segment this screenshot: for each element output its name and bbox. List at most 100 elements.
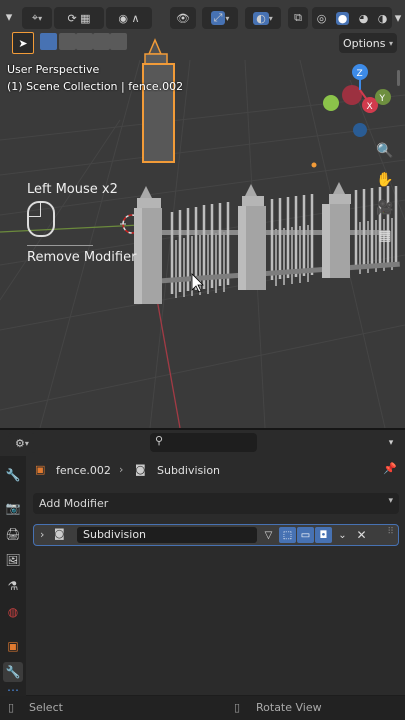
breadcrumb-modifier: Subdivision — [157, 464, 221, 477]
search-icon: ⚲ — [155, 434, 164, 447]
properties-tab-bar: 🔧 📷 🖨 🖼 ⚗ ◍ ▣ 🔧 ⋯ — [0, 456, 26, 697]
scene-icon: ⚗ — [7, 579, 19, 593]
3d-viewport[interactable]: Z X Y ▾ ⌖ ▾ ⟳ ▦ ◉ ∧ 👁 ⤢ ▾ ◐ ▾ ⧉ ◎ ● ◕ ◑ ▾ ➤… — [0, 0, 405, 428]
tab-render[interactable]: 📷 — [3, 498, 23, 518]
properties-editor-icon: ⚙ — [15, 436, 25, 450]
modifier-icon: ◙ — [135, 463, 146, 476]
selected-object-fence-002[interactable] — [142, 38, 175, 163]
modifier-name-field[interactable]: Subdivision — [77, 527, 257, 543]
material-shading-icon[interactable]: ◕ — [359, 12, 369, 25]
gizmo-y-label: Y — [379, 94, 386, 104]
options-label: Options — [343, 36, 386, 50]
breadcrumb-object: fence.002 — [56, 464, 111, 477]
select-invert-icon[interactable] — [93, 33, 110, 50]
tab-particles[interactable]: ⋯ — [3, 683, 23, 697]
chevron-down-icon: ▾ — [38, 13, 43, 23]
expand-chevron-icon[interactable]: › — [40, 528, 44, 541]
transform-orientation-icon: ⟳ — [67, 11, 77, 25]
scene-collection-label: (1) Scene Collection | fence.002 — [7, 80, 184, 93]
viewport-header: ▾ ⌖ ▾ ⟳ ▦ ◉ ∧ 👁 ⤢ ▾ ◐ ▾ ⧉ ◎ ● ◕ ◑ ▾ — [0, 0, 405, 36]
add-modifier-label: Add Modifier — [39, 497, 109, 510]
overlays-toggle[interactable]: ◐ ▾ — [245, 7, 281, 29]
tab-output[interactable]: 🖨 — [3, 524, 23, 544]
select-subtract-icon[interactable] — [76, 33, 93, 50]
object-icon: ▣ — [7, 639, 19, 653]
subdivision-modifier-icon: ◙ — [54, 527, 65, 540]
drag-handle-icon[interactable]: ⠿ — [387, 527, 394, 537]
overlays-icon: ◐ — [253, 11, 269, 25]
key-hint-result: Remove Modifier — [27, 250, 137, 265]
left-mouse-button-icon — [29, 203, 41, 217]
navigation-gizmo[interactable]: Z X Y — [323, 64, 391, 137]
xray-toggle[interactable]: ⧉ — [288, 7, 308, 29]
select-tool-icon[interactable]: ➤ — [12, 32, 34, 54]
object-mode-dropdown[interactable]: ⌖ ▾ — [22, 7, 52, 29]
editor-type-dropdown[interactable]: ⚙ ▾ — [8, 433, 36, 453]
on-cage-icon[interactable]: ▽ — [260, 527, 277, 543]
view-perspective-label: User Perspective — [7, 63, 100, 76]
edit-mode-icon[interactable]: ⬚ — [279, 527, 296, 543]
rendered-shading-icon[interactable]: ◑ — [378, 12, 388, 25]
origin-point — [311, 162, 317, 168]
gizmo-toggle[interactable]: ⤢ ▾ — [202, 7, 238, 29]
add-modifier-dropdown[interactable]: Add Modifier ▾ — [33, 493, 399, 514]
modifier-menu-chevron-icon[interactable]: ⌄ — [334, 527, 351, 543]
wrench-icon: 🔧 — [5, 665, 21, 679]
select-extend-icon[interactable] — [59, 33, 76, 50]
editor-type-caret-icon[interactable]: ▾ — [2, 6, 16, 28]
falloff-icon: ∧ — [131, 11, 140, 25]
properties-search-input[interactable]: ⚲ — [150, 433, 257, 452]
render-icon: 📷 — [5, 501, 21, 515]
zoom-icon[interactable]: 🔍 — [373, 139, 397, 163]
status-bar: ▯ Select ▯ Rotate View — [0, 696, 405, 720]
options-dropdown[interactable]: Options ▾ — [339, 33, 397, 53]
tool-icon: 🔧 — [5, 468, 21, 482]
output-printer-icon: 🖨 — [5, 527, 21, 541]
tab-modifiers[interactable]: 🔧 — [3, 662, 23, 682]
y-axis-line — [0, 224, 141, 233]
view-menu-icons[interactable]: ⟳ ▦ — [54, 7, 104, 29]
shading-buttons[interactable]: ◎ ● ◕ ◑ — [312, 7, 392, 29]
chevron-down-icon: ▾ — [388, 38, 393, 48]
tab-object[interactable]: ▣ — [3, 636, 23, 656]
wireframe-shading-icon[interactable]: ◎ — [317, 12, 327, 25]
status-right-label: Rotate View — [256, 701, 322, 714]
fence-pillars[interactable] — [134, 182, 351, 304]
chevron-down-icon: ▾ — [388, 496, 393, 506]
sidebar-toggle-handle[interactable] — [397, 70, 400, 86]
remove-modifier-close-icon[interactable]: ✕ — [353, 527, 370, 543]
mouse-icon — [27, 201, 55, 237]
world-icon: ◍ — [7, 605, 19, 619]
solid-shading-icon[interactable]: ● — [335, 11, 350, 25]
pin-icon[interactable]: 📌 — [383, 462, 397, 475]
middle-mouse-icon: ▯ — [234, 701, 241, 714]
xray-icon: ⧉ — [294, 11, 302, 24]
tab-scene[interactable]: ⚗ — [3, 576, 23, 596]
orthographic-grid-icon[interactable]: ▦ — [373, 224, 397, 248]
grid-snap-icon: ▦ — [80, 11, 91, 25]
breadcrumb: ▣ fence.002 › ◙ Subdivision 📌 — [26, 460, 405, 482]
gizmo-z-label: Z — [357, 69, 363, 79]
viewport-display-icon[interactable]: ▭ — [297, 527, 314, 543]
key-hint-action: Left Mouse x2 — [27, 182, 118, 197]
view-layer-icon: 🖼 — [5, 553, 21, 567]
tab-view-layer[interactable]: 🖼 — [3, 550, 23, 570]
tab-tool[interactable]: 🔧 — [3, 465, 23, 485]
gizmo-icon: ⤢ — [210, 11, 226, 25]
header-options-caret-icon[interactable]: ▾ — [383, 432, 399, 454]
breadcrumb-separator-icon: › — [119, 463, 124, 476]
status-left-label: Select — [29, 701, 63, 714]
pan-hand-icon[interactable]: ✋ — [373, 168, 397, 192]
select-intersect-icon[interactable] — [110, 33, 127, 50]
tab-world[interactable]: ◍ — [3, 602, 23, 622]
proportional-edit-icon: ◉ — [118, 11, 129, 25]
render-camera-icon[interactable]: ◘ — [315, 527, 332, 543]
gizmo-x-label: X — [367, 102, 373, 112]
proportional-edit-toggle[interactable]: ◉ ∧ — [106, 7, 152, 29]
visibility-dropdown[interactable]: 👁 — [170, 7, 196, 29]
select-new-icon[interactable] — [40, 33, 57, 50]
camera-view-icon[interactable]: 🎥 — [373, 196, 397, 220]
left-mouse-icon: ▯ — [8, 701, 15, 714]
eye-icon: 👁 — [176, 11, 190, 25]
shading-options-caret-icon[interactable]: ▾ — [392, 7, 404, 29]
